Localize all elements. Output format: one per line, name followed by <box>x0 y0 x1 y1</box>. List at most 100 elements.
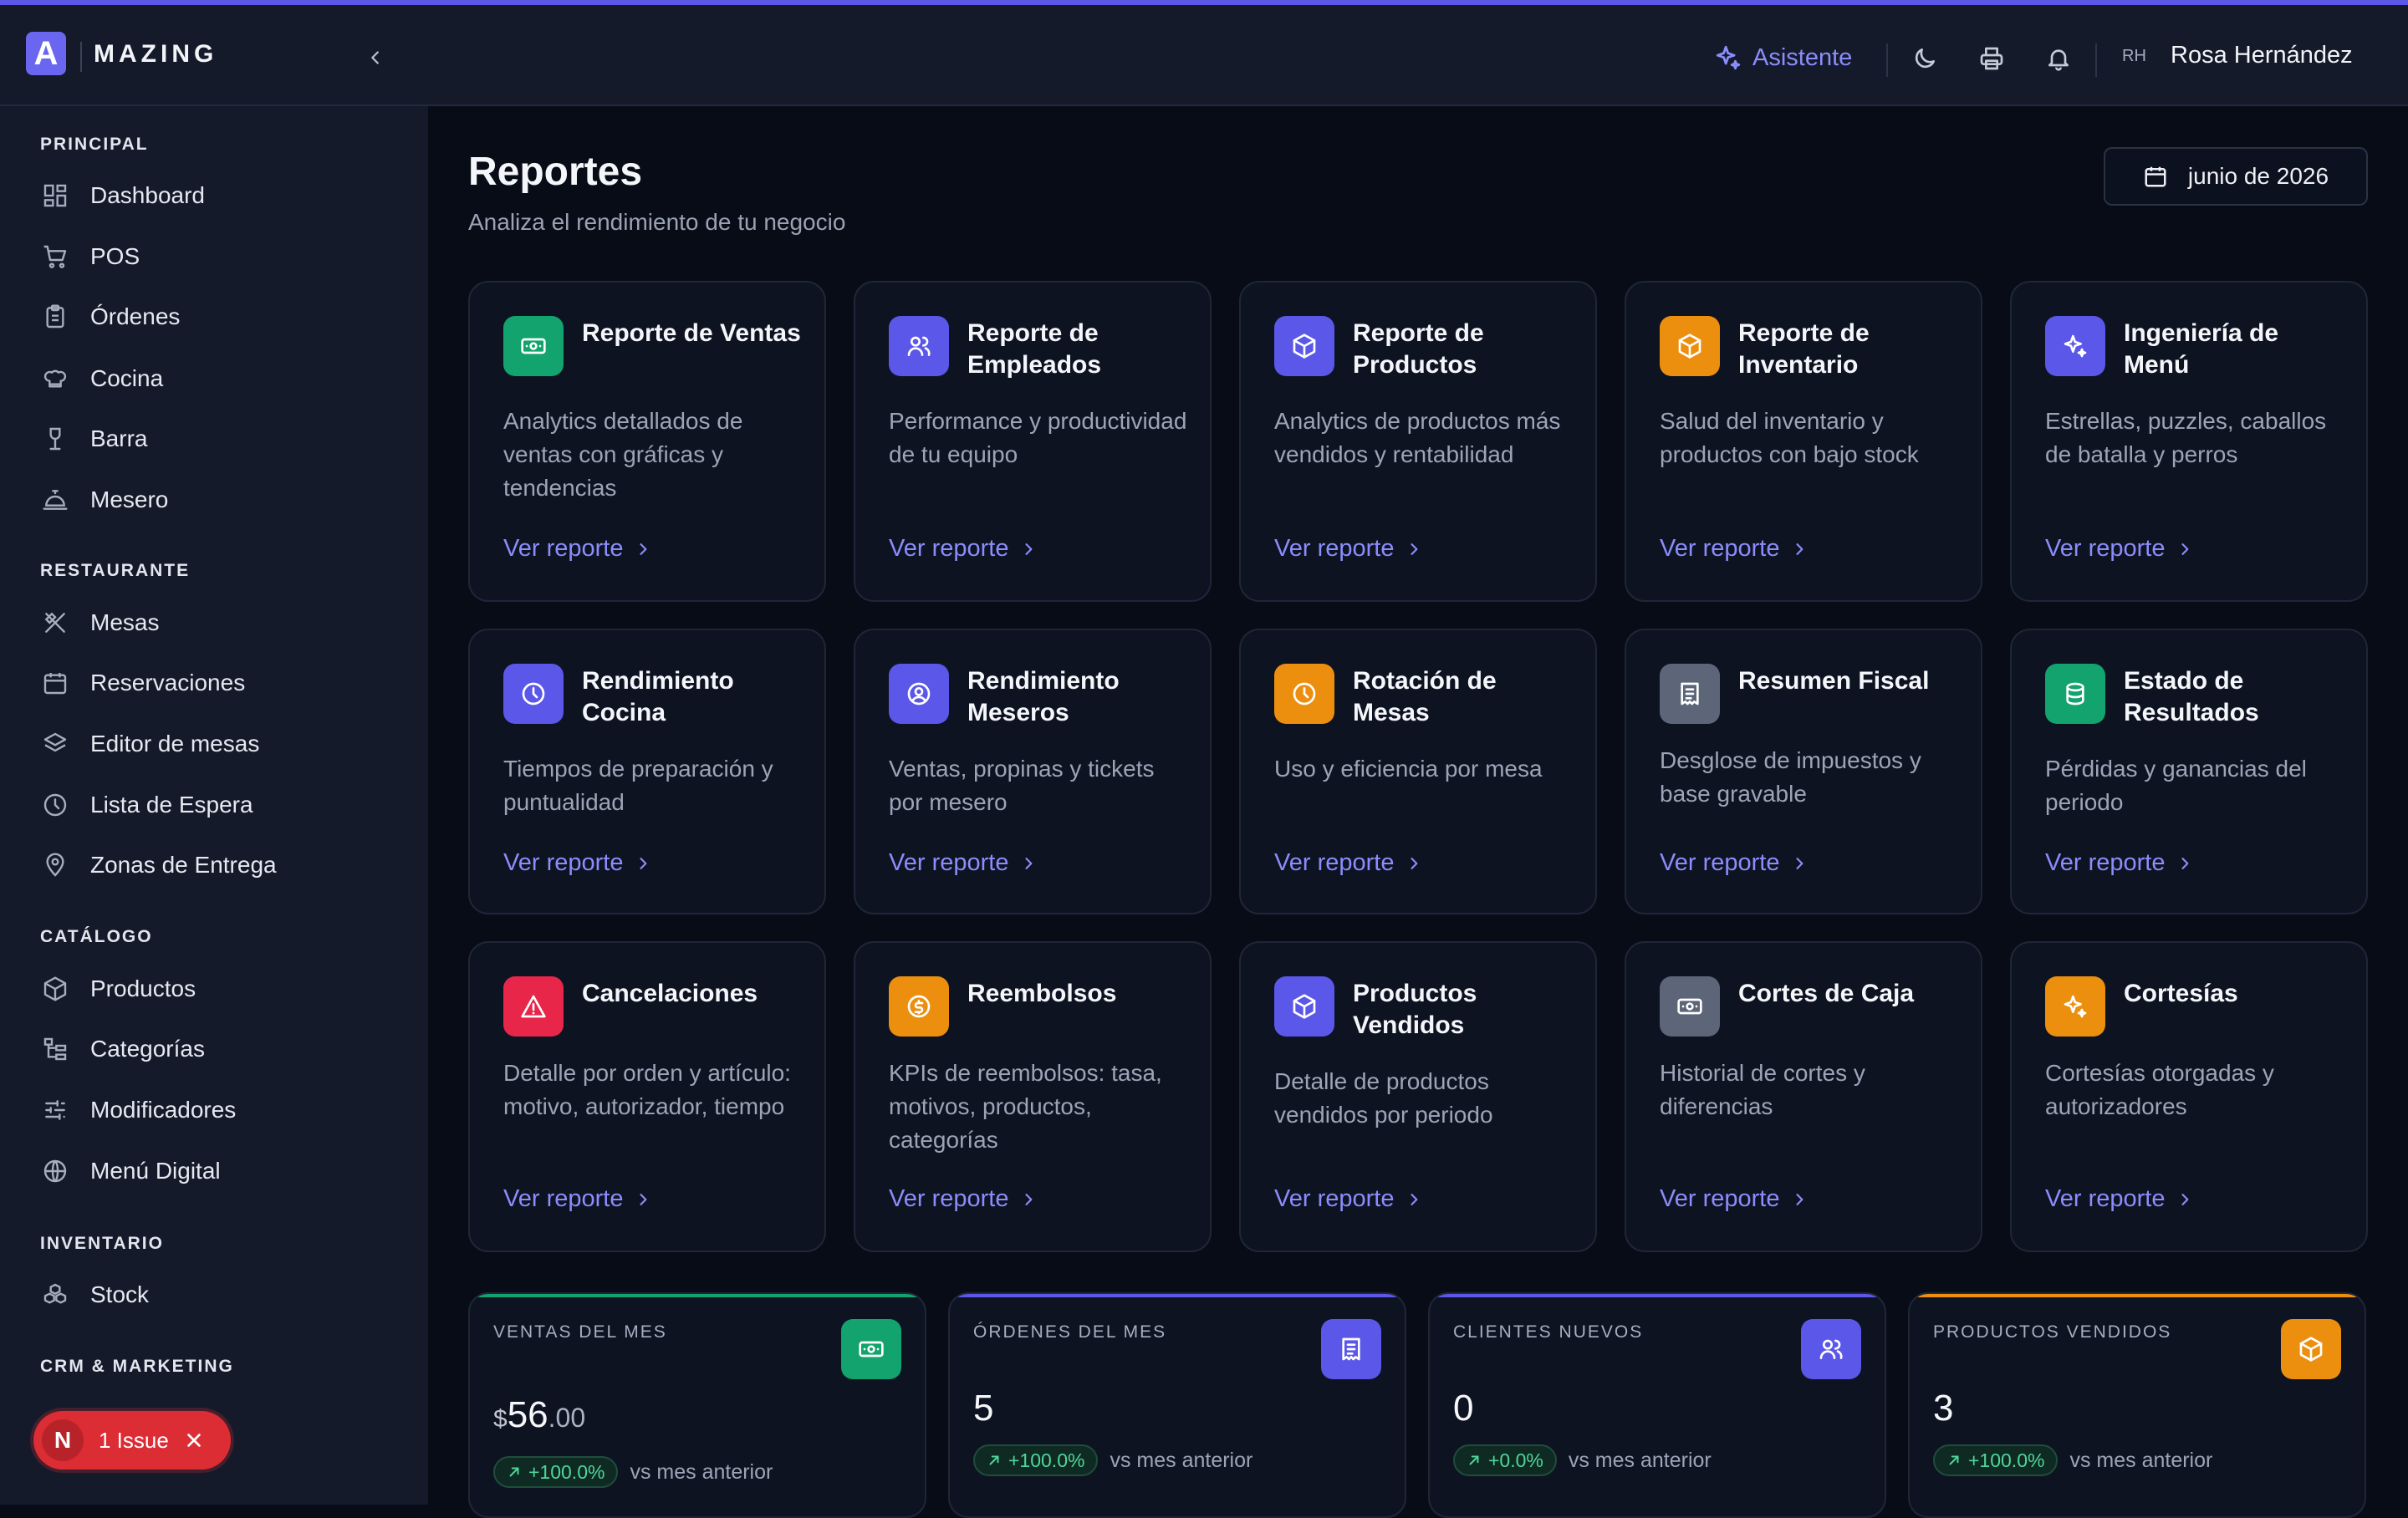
view-report-link[interactable]: Ver reporte <box>503 1185 651 1213</box>
view-report-link[interactable]: Ver reporte <box>889 1185 1037 1213</box>
notifications-button[interactable] <box>2043 43 2074 74</box>
view-report-link[interactable]: Ver reporte <box>503 535 651 563</box>
report-card-13[interactable]: Productos Vendidos Detalle de productos v… <box>1239 941 1597 1252</box>
report-title: Reporte de Ventas <box>582 319 801 347</box>
view-report-link[interactable]: Ver reporte <box>1660 1185 1808 1213</box>
report-card-11[interactable]: Cancelaciones Detalle por orden y artícul… <box>468 941 826 1252</box>
report-card-15[interactable]: Cortesías Cortesías otorgadas y autorizad… <box>2010 941 2368 1252</box>
report-card-8[interactable]: Rotación de Mesas Uso y eficiencia por me… <box>1239 629 1597 914</box>
sidebar-item-mesas[interactable]: Mesas <box>38 604 159 642</box>
dark-mode-toggle[interactable] <box>1910 43 1940 74</box>
sidebar-item-ordenes[interactable]: Órdenes <box>38 298 180 336</box>
view-report-link[interactable]: Ver reporte <box>889 849 1037 877</box>
view-report-link[interactable]: Ver reporte <box>1660 849 1808 877</box>
collapse-sidebar-button[interactable] <box>363 43 388 72</box>
sidebar-section-principal: PRINCIPAL <box>40 135 149 154</box>
change-badge: +100.0% <box>1933 1444 2059 1476</box>
user-name[interactable]: Rosa Hernández <box>2171 42 2353 69</box>
sidebar-item-categorias[interactable]: Categorías <box>38 1030 205 1068</box>
sidebar-item-label: Lista de Espera <box>90 792 253 818</box>
utensils-crossed-icon <box>44 612 65 633</box>
view-report-link[interactable]: Ver reporte <box>1274 535 1422 563</box>
sidebar-item-barra[interactable]: Barra <box>38 420 147 458</box>
change-value: +100.0% <box>1968 1449 2045 1471</box>
view-report-link[interactable]: Ver reporte <box>2045 535 2193 563</box>
view-report-link[interactable]: Ver reporte <box>1274 849 1422 877</box>
stat-change: +0.0% vs mes anterior <box>1453 1444 1712 1476</box>
users-icon <box>1819 1339 1843 1359</box>
report-card-9[interactable]: Resumen Fiscal Desglose de impuestos y ba… <box>1625 629 1982 914</box>
report-card-14[interactable]: Cortes de Caja Historial de cortes y dife… <box>1625 941 1982 1252</box>
report-title: Cortes de Caja <box>1738 980 1915 1007</box>
sidebar-item-pos[interactable]: POS <box>38 237 140 276</box>
globe-icon <box>43 1159 67 1183</box>
view-report-label: Ver reporte <box>2045 535 2166 562</box>
assistant-button[interactable]: Asistente <box>1714 38 1852 77</box>
sidebar-item-reservaciones[interactable]: Reservaciones <box>38 664 245 702</box>
sidebar-item-menu-digital[interactable]: Menú Digital <box>38 1152 221 1190</box>
report-card-10[interactable]: Estado de Resultados Pérdidas y ganancias… <box>2010 629 2368 914</box>
sidebar-item-label: Modificadores <box>90 1097 237 1123</box>
page-subtitle: Analiza el rendimiento de tu negocio <box>468 209 846 235</box>
view-report-link[interactable]: Ver reporte <box>1660 535 1808 563</box>
report-card-4[interactable]: Reporte de Inventario Salud del inventari… <box>1625 281 1982 602</box>
user-circle-icon <box>907 682 931 706</box>
report-icon-tile <box>1660 976 1720 1037</box>
stat-value-number: 0 <box>1453 1388 1474 1429</box>
report-title: Resumen Fiscal <box>1738 667 1930 695</box>
report-card-1[interactable]: Reporte de Ventas Analytics detallados de… <box>468 281 826 602</box>
view-report-label: Ver reporte <box>1274 849 1395 876</box>
view-report-label: Ver reporte <box>1274 535 1395 562</box>
sidebar-item-zonas-de-entrega[interactable]: Zonas de Entrega <box>38 846 277 884</box>
chevron-left-icon <box>371 51 379 64</box>
sidebar-item-label: Productos <box>90 975 196 1001</box>
app-logo[interactable]: A <box>26 32 66 75</box>
clipboard-icon <box>46 304 64 329</box>
report-card-7[interactable]: Rendimiento Meseros Ventas, propinas y ti… <box>854 629 1212 914</box>
stat-accent-bar <box>1430 1294 1885 1297</box>
chevron-right-icon <box>1411 543 1418 555</box>
receipt-icon <box>1681 682 1699 706</box>
report-card-3[interactable]: Reporte de Productos Analytics de product… <box>1239 281 1597 602</box>
chevron-right-icon <box>2181 857 2189 869</box>
box-icon <box>1293 994 1316 1019</box>
alert-icon <box>521 995 546 1018</box>
report-card-6[interactable]: Rendimiento Cocina Tiempos de preparación… <box>468 629 826 914</box>
report-description: Salud del inventario y productos con baj… <box>1660 408 1919 467</box>
report-card-2[interactable]: Reporte de Empleados Performance y produc… <box>854 281 1212 602</box>
close-icon[interactable] <box>182 1429 206 1452</box>
sidebar-item-productos[interactable]: Productos <box>38 970 196 1008</box>
printer-icon <box>1980 47 2003 70</box>
box-icon <box>43 976 67 1001</box>
sidebar-item-lista-de-espera[interactable]: Lista de Espera <box>38 786 253 824</box>
report-title: Rendimiento Cocina <box>582 667 734 726</box>
view-report-link[interactable]: Ver reporte <box>2045 1185 2193 1213</box>
report-description: Estrellas, puzzles, caballos de batalla … <box>2045 408 2327 467</box>
view-report-link[interactable]: Ver reporte <box>889 535 1037 563</box>
report-description: Analytics detallados de ventas con gráfi… <box>503 408 743 501</box>
sidebar-item-dashboard[interactable]: Dashboard <box>38 176 205 215</box>
layers-icon <box>43 732 67 752</box>
view-report-link[interactable]: Ver reporte <box>503 849 651 877</box>
report-card-5[interactable]: Ingeniería de Menú Estrellas, puzzles, ca… <box>2010 281 2368 602</box>
view-report-link[interactable]: Ver reporte <box>1274 1185 1422 1213</box>
user-avatar[interactable]: RH <box>2122 47 2146 66</box>
report-title: Reembolsos <box>967 980 1117 1007</box>
sidebar-item-editor-de-mesas[interactable]: Editor de mesas <box>38 725 259 763</box>
print-button[interactable] <box>1977 43 2007 74</box>
sidebar-item-label: Zonas de Entrega <box>90 852 277 878</box>
report-icon-tile <box>1274 976 1334 1037</box>
view-report-label: Ver reporte <box>889 849 1009 876</box>
stat-value: $56.00 <box>493 1394 585 1436</box>
issue-indicator[interactable]: N 1 Issue <box>33 1411 231 1470</box>
month-picker-button[interactable]: junio de 2026 <box>2104 147 2368 206</box>
stat-card-1: VENTAS DEL MES $56.00 +100.0% vs mes anteri… <box>468 1292 926 1518</box>
sidebar-item-modificadores[interactable]: Modificadores <box>38 1091 236 1129</box>
view-report-label: Ver reporte <box>2045 1185 2166 1212</box>
sidebar-item-stock[interactable]: Stock <box>38 1276 149 1314</box>
view-report-link[interactable]: Ver reporte <box>2045 849 2193 877</box>
report-card-12[interactable]: Reembolsos KPIs de reembolsos: tasa, moti… <box>854 941 1212 1252</box>
change-value: +100.0% <box>528 1460 605 1483</box>
sidebar-item-cocina[interactable]: Cocina <box>38 359 163 398</box>
sidebar-item-mesero[interactable]: Mesero <box>38 481 168 519</box>
